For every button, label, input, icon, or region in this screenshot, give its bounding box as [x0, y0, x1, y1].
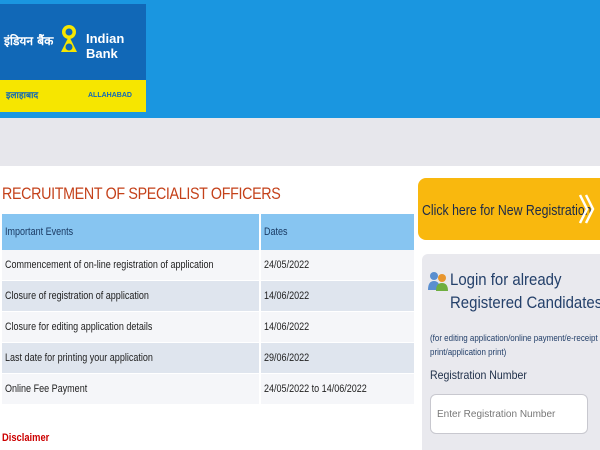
column-header-events: Important Events — [2, 214, 261, 250]
page-title: RECRUITMENT OF SPECIALIST OFFICERS — [2, 184, 281, 203]
event-cell: Closure of registration of application — [2, 280, 261, 312]
login-title: Login for already Registered Candidates — [450, 268, 600, 314]
indian-bank-emblem-icon — [61, 25, 77, 52]
registration-number-input[interactable] — [430, 394, 588, 434]
table-row: Online Fee Payment 24/05/2022 to 14/06/2… — [2, 373, 414, 405]
column-header-dates: Dates — [259, 214, 414, 250]
date-cell: 24/05/2022 — [259, 250, 414, 281]
double-chevron-right-icon — [578, 194, 595, 224]
event-cell: Commencement of on-line registration of … — [2, 250, 261, 281]
date-cell: 29/06/2022 — [259, 342, 414, 374]
header-subbar — [0, 118, 600, 166]
logo-hindi-name: इंडियन बैंक — [4, 34, 54, 48]
login-title-line2: Registered Candidates — [450, 293, 600, 312]
disclaimer-link[interactable]: Disclaimer — [2, 432, 49, 444]
login-panel: Login for already Registered Candidates … — [422, 254, 600, 450]
table-header-row: Important Events Dates — [2, 214, 414, 250]
logo-english-subtitle: ALLAHABAD — [88, 92, 132, 99]
registration-number-label: Registration Number — [430, 368, 527, 382]
date-cell: 24/05/2022 to 14/06/2022 — [259, 373, 414, 405]
date-cell: 14/06/2022 — [259, 311, 414, 343]
table-row: Closure of registration of application 1… — [2, 280, 414, 312]
important-events-table: Important Events Dates Commencement of o… — [2, 214, 414, 405]
users-icon — [428, 272, 448, 291]
logo-hindi-subtitle: इलाहाबाद — [6, 91, 39, 101]
date-cell: 14/06/2022 — [259, 280, 414, 312]
event-cell: Online Fee Payment — [2, 373, 261, 405]
new-registration-button[interactable]: Click here for New Registration — [418, 178, 600, 240]
indian-bank-logo[interactable]: इंडियन बैंक Indian Bank इलाहाबाद ALLAHAB… — [0, 4, 146, 112]
logo-english-name: Indian Bank — [86, 31, 125, 61]
event-cell: Closure for editing application details — [2, 311, 261, 343]
table-row: Last date for printing your application … — [2, 342, 414, 374]
login-note: (for editing application/online payment/… — [430, 333, 598, 358]
new-registration-label: Click here for New Registration — [422, 202, 592, 219]
table-row: Closure for editing application details … — [2, 311, 414, 343]
login-title-line1: Login for already — [450, 270, 562, 289]
table-row: Commencement of on-line registration of … — [2, 250, 414, 281]
event-cell: Last date for printing your application — [2, 342, 261, 374]
